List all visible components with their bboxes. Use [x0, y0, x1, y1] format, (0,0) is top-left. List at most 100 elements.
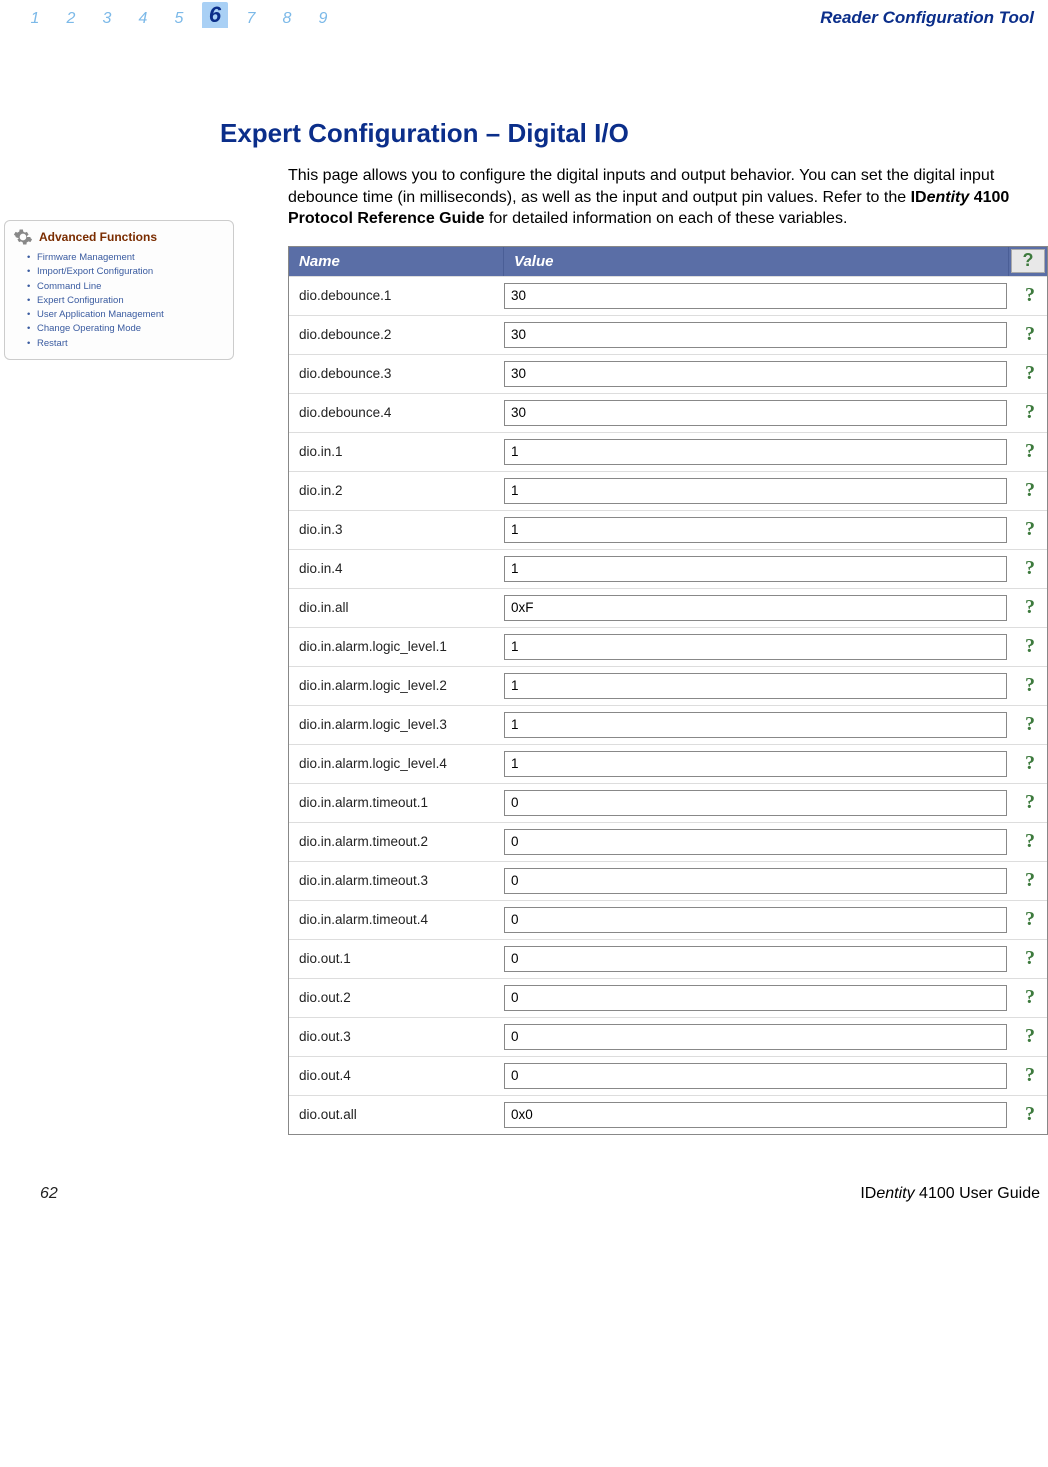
param-name: dio.out.all [289, 1107, 504, 1122]
param-value-input[interactable] [504, 712, 1007, 738]
chapter-tab-5[interactable]: 5 [166, 10, 192, 28]
param-name: dio.in.2 [289, 483, 504, 498]
param-value-input[interactable] [504, 868, 1007, 894]
table-row: dio.in.alarm.logic_level.4? [289, 744, 1047, 783]
row-help-button[interactable]: ? [1013, 596, 1047, 619]
param-value-input[interactable] [504, 439, 1007, 465]
param-value-cell [504, 634, 1013, 660]
param-value-cell [504, 322, 1013, 348]
chapter-tab-3[interactable]: 3 [94, 10, 120, 28]
param-value-input[interactable] [504, 751, 1007, 777]
param-value-cell [504, 751, 1013, 777]
row-help-button[interactable]: ? [1013, 284, 1047, 307]
param-value-cell [504, 985, 1013, 1011]
row-help-button[interactable]: ? [1013, 440, 1047, 463]
param-value-input[interactable] [504, 1024, 1007, 1050]
param-value-input[interactable] [504, 1102, 1007, 1128]
param-name: dio.in.alarm.timeout.1 [289, 795, 504, 810]
sidebar-item[interactable]: Change Operating Mode [37, 322, 225, 336]
row-help-button[interactable]: ? [1013, 1103, 1047, 1126]
table-header: Name Value ? [289, 247, 1047, 276]
row-help-button[interactable]: ? [1013, 1025, 1047, 1048]
param-value-input[interactable] [504, 946, 1007, 972]
chapter-tab-4[interactable]: 4 [130, 10, 156, 28]
param-value-cell [504, 712, 1013, 738]
row-help-button[interactable]: ? [1013, 869, 1047, 892]
table-row: dio.in.alarm.timeout.4? [289, 900, 1047, 939]
param-value-input[interactable] [504, 400, 1007, 426]
param-value-input[interactable] [504, 478, 1007, 504]
advanced-functions-panel: Advanced Functions Firmware ManagementIm… [4, 220, 234, 360]
table-row: dio.in.3? [289, 510, 1047, 549]
param-value-input[interactable] [504, 283, 1007, 309]
row-help-button[interactable]: ? [1013, 362, 1047, 385]
chapter-tab-8[interactable]: 8 [274, 10, 300, 28]
param-name: dio.in.alarm.logic_level.4 [289, 756, 504, 771]
param-value-cell [504, 907, 1013, 933]
sidebar-item[interactable]: Restart [37, 337, 225, 351]
header-value: Value [504, 247, 1009, 276]
param-value-input[interactable] [504, 556, 1007, 582]
row-help-button[interactable]: ? [1013, 557, 1047, 580]
param-name: dio.out.3 [289, 1029, 504, 1044]
sidebar-item[interactable]: Command Line [37, 280, 225, 294]
param-value-cell [504, 517, 1013, 543]
row-help-button[interactable]: ? [1013, 752, 1047, 775]
param-value-cell [504, 1102, 1013, 1128]
ref-italic: entity [927, 189, 970, 206]
param-value-cell [504, 595, 1013, 621]
table-row: dio.out.3? [289, 1017, 1047, 1056]
param-value-input[interactable] [504, 595, 1007, 621]
row-help-button[interactable]: ? [1013, 947, 1047, 970]
row-help-button[interactable]: ? [1013, 1064, 1047, 1087]
chapter-tab-2[interactable]: 2 [58, 10, 84, 28]
page-number: 62 [40, 1185, 58, 1203]
param-value-input[interactable] [504, 634, 1007, 660]
param-value-input[interactable] [504, 517, 1007, 543]
sidebar-title: Advanced Functions [39, 230, 157, 244]
param-value-input[interactable] [504, 985, 1007, 1011]
footer-italic: entity [876, 1185, 914, 1202]
row-help-button[interactable]: ? [1013, 323, 1047, 346]
param-value-input[interactable] [504, 322, 1007, 348]
row-help-button[interactable]: ? [1013, 713, 1047, 736]
row-help-button[interactable]: ? [1013, 518, 1047, 541]
param-name: dio.in.alarm.timeout.3 [289, 873, 504, 888]
row-help-button[interactable]: ? [1013, 635, 1047, 658]
row-help-button[interactable]: ? [1013, 401, 1047, 424]
row-help-button[interactable]: ? [1013, 674, 1047, 697]
param-name: dio.in.alarm.logic_level.1 [289, 639, 504, 654]
param-value-input[interactable] [504, 1063, 1007, 1089]
param-value-cell [504, 946, 1013, 972]
table-row: dio.in.2? [289, 471, 1047, 510]
param-value-input[interactable] [504, 907, 1007, 933]
sidebar-item[interactable]: Import/Export Configuration [37, 265, 225, 279]
param-name: dio.in.alarm.timeout.2 [289, 834, 504, 849]
row-help-button[interactable]: ? [1013, 986, 1047, 1009]
row-help-button[interactable]: ? [1013, 791, 1047, 814]
header-help-button[interactable]: ? [1011, 249, 1045, 273]
chapter-tab-9[interactable]: 9 [310, 10, 336, 28]
param-value-input[interactable] [504, 673, 1007, 699]
param-name: dio.out.1 [289, 951, 504, 966]
row-help-button[interactable]: ? [1013, 908, 1047, 931]
param-value-input[interactable] [504, 361, 1007, 387]
param-value-input[interactable] [504, 829, 1007, 855]
chapter-tab-7[interactable]: 7 [238, 10, 264, 28]
section-title: Expert Configuration – Digital I/O [220, 118, 1048, 149]
table-row: dio.in.alarm.timeout.2? [289, 822, 1047, 861]
body-post: for detailed information on each of thes… [485, 210, 848, 227]
sidebar-item[interactable]: User Application Management [37, 308, 225, 322]
sidebar-item[interactable]: Firmware Management [37, 251, 225, 265]
chapter-tab-6[interactable]: 6 [202, 2, 228, 28]
param-name: dio.in.alarm.logic_level.2 [289, 678, 504, 693]
row-help-button[interactable]: ? [1013, 830, 1047, 853]
param-value-input[interactable] [504, 790, 1007, 816]
param-value-cell [504, 1024, 1013, 1050]
row-help-button[interactable]: ? [1013, 479, 1047, 502]
ref-prefix: ID [911, 189, 927, 206]
chapter-tab-1[interactable]: 1 [22, 10, 48, 28]
sidebar-item[interactable]: Expert Configuration [37, 294, 225, 308]
param-name: dio.debounce.4 [289, 405, 504, 420]
param-name: dio.in.3 [289, 522, 504, 537]
